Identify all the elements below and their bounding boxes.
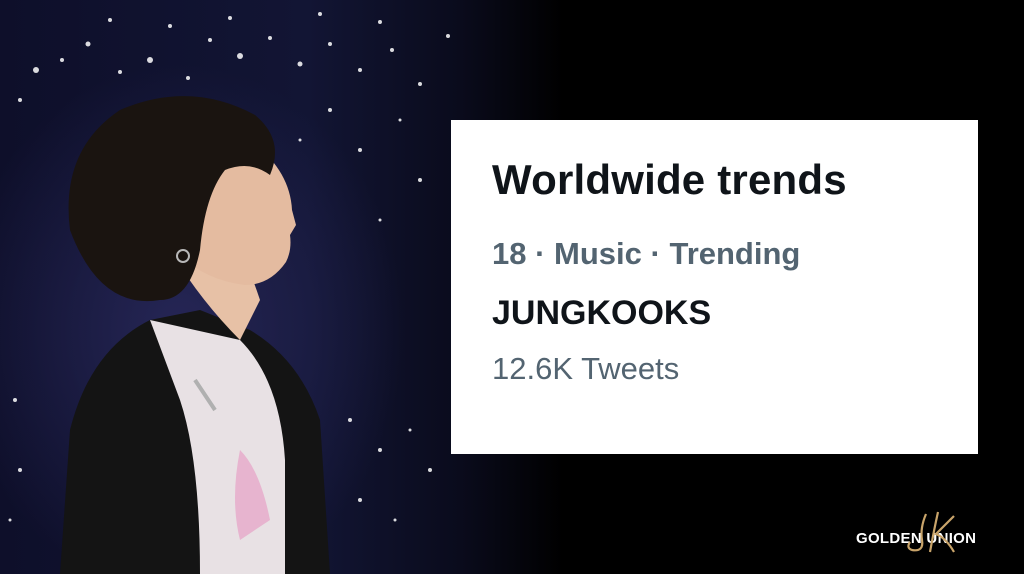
trend-topic[interactable]: JUNGKOOKS [492, 292, 978, 334]
trend-card[interactable]: Worldwide trends 18 · Music · Trending J… [451, 120, 978, 454]
tweet-count: 12.6K Tweets [492, 351, 680, 386]
trend-status: Trending [669, 236, 801, 271]
meta-separator: · [535, 236, 555, 271]
jk-logo-icon [907, 511, 955, 553]
trend-category: Music [554, 236, 642, 271]
card-title: Worldwide trends [492, 156, 847, 203]
trend-meta: 18 · Music · Trending [492, 234, 978, 274]
trend-rank: 18 [492, 236, 527, 271]
meta-separator: · [650, 236, 670, 271]
